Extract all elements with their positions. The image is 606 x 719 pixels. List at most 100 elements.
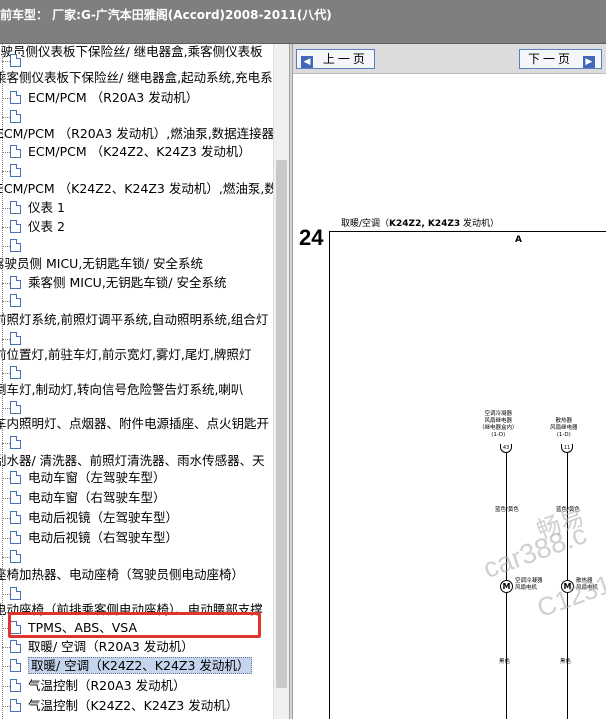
tree-item-label: 仪表 1 (28, 200, 65, 215)
tree-item-label: 取暖/ 空调（R20A3 发动机） (28, 639, 194, 654)
document-icon (10, 531, 21, 544)
diagram-title: 取暖/空调（K24Z2, K24Z3 发动机） (341, 216, 499, 229)
document-icon (10, 201, 21, 214)
document-icon (10, 436, 21, 449)
tree-item[interactable] (10, 292, 28, 310)
tree-item[interactable]: 气温控制（R20A3 发动机） (10, 677, 186, 695)
tree-item[interactable]: 车内照明灯、点烟器、附件电源插座、点火钥匙开 (0, 415, 269, 433)
tree-item-label: 倒车灯,制动灯,转向信号危险警告灯系统,喇叭 (0, 382, 244, 397)
tree-connector (2, 339, 10, 340)
prev-page-button[interactable]: ◀ 上一页 (296, 49, 375, 69)
tree-item[interactable]: 乘客侧 MICU,无钥匙车锁/ 安全系统 (10, 274, 226, 292)
document-icon (10, 640, 21, 653)
tree-connector (2, 538, 10, 539)
left-relay-label: 空调冷凝器 风扇继电器 （继电器盒内） (1-D) (479, 411, 518, 438)
document-icon (10, 91, 21, 104)
tree-connector (2, 98, 10, 99)
tree-item-label: 电动后视镜（右驾驶车型） (28, 530, 179, 545)
tree-item[interactable]: 前照灯系统,前照灯调平系统,自动照明系统,组合灯 (0, 311, 268, 329)
next-page-button[interactable]: 下一页 ▶ (519, 49, 602, 69)
tree-connector (2, 498, 10, 499)
tree-item[interactable]: 驾驶员侧仪表板下保险丝/ 继电器盒,乘客侧仪表板 (0, 44, 263, 61)
tree-item[interactable]: ECM/PCM （K24Z2、K24Z3 发动机）,燃油泵,数 (0, 180, 277, 198)
tree-connector (2, 373, 10, 374)
tree-connector (2, 408, 10, 409)
tree-item[interactable]: 刮水器/ 清洗器、前照灯清洗器、雨水传感器、天 (0, 452, 265, 470)
tree-item[interactable] (10, 237, 28, 255)
document-icon (10, 239, 21, 252)
tree-connector (2, 666, 10, 667)
tree-item[interactable] (10, 434, 28, 452)
chapter-tree[interactable]: 驾驶员侧仪表板下保险丝/ 继电器盒,乘客侧仪表板 乘客侧仪表板下保险丝/ 继电器盒… (0, 44, 289, 719)
tree-guide-line (2, 44, 3, 719)
tree-item[interactable]: 仪表 2 (10, 218, 65, 236)
tree-item-label: 电动车窗（右驾驶车型） (28, 490, 166, 505)
column-label: A (515, 235, 522, 245)
page-number: 24 (299, 225, 324, 250)
tree-item[interactable]: 电动车窗（右驾驶车型） (10, 489, 166, 507)
tree-item-label: TPMS、ABS、VSA (28, 620, 138, 635)
tree-item-label: 座椅加热器、电动座椅（驾驶员侧电动座椅） (0, 567, 245, 582)
tree-connector (2, 628, 10, 629)
document-icon (10, 699, 21, 712)
tree-connector (2, 61, 10, 62)
tree-item-label: 刮水器/ 清洗器、前照灯清洗器、雨水传感器、天 (0, 453, 265, 468)
document-icon (10, 164, 21, 177)
tree-item-label: 车内照明灯、点烟器、附件电源插座、点火钥匙开 (0, 416, 270, 431)
wiring-diagram: 24 取暖/空调（K24Z2, K24Z3 发动机） A 空调冷凝器 风扇继电器… (293, 75, 606, 719)
tree-item-label: 驾驶员侧仪表板下保险丝/ 继电器盒,乘客侧仪表板 (0, 44, 263, 59)
tree-item-label: 气温控制（K24Z2、K24Z3 发动机） (28, 698, 239, 713)
tree-item[interactable]: ECM/PCM （K24Z2、K24Z3 发动机） (10, 143, 251, 161)
tree-item-label: ECM/PCM （K24Z2、K24Z3 发动机） (28, 144, 251, 159)
tree-item[interactable]: 乘客侧仪表板下保险丝/ 继电器盒,起动系统,充电系 (0, 69, 273, 87)
tree-item-label: ECM/PCM （R20A3 发动机） (28, 90, 199, 105)
document-icon (10, 471, 21, 484)
tree-item[interactable]: 座椅加热器、电动座椅（驾驶员侧电动座椅） (0, 566, 244, 584)
document-icon (10, 679, 21, 692)
tree-item[interactable]: 倒车灯,制动灯,转向信号危险警告灯系统,喇叭 (0, 381, 243, 399)
document-icon (10, 621, 21, 634)
tree-scroll-thumb[interactable] (276, 160, 287, 688)
tree-connector (2, 594, 10, 595)
tree-item[interactable]: ECM/PCM （R20A3 发动机） (10, 89, 198, 107)
tree-connector (2, 478, 10, 479)
document-viewer: ◀ 上一页 下一页 ▶ 24 取暖/空调（K24Z2, K24Z3 发动机） A… (293, 44, 606, 719)
tree-item[interactable] (10, 162, 28, 180)
tree-item[interactable] (10, 364, 28, 382)
document-icon (10, 110, 21, 123)
tree-item-label: 取暖/ 空调（K24Z2、K24Z3 发动机） (28, 657, 253, 674)
tree-item-label: 电动车窗（左驾驶车型） (28, 470, 166, 485)
document-icon (10, 276, 21, 289)
right-ground-color: 黑色 (560, 659, 572, 665)
tree-item[interactable]: 驾驶员侧 MICU,无钥匙车锁/ 安全系统 (0, 255, 203, 273)
tree-item[interactable]: 电动车窗（左驾驶车型） (10, 469, 166, 487)
tree-item[interactable]: ECM/PCM （R20A3 发动机）,燃油泵,数据连接器 (0, 125, 274, 143)
tree-item[interactable] (10, 108, 28, 126)
tree-item[interactable] (10, 52, 28, 70)
tree-item-label: 前照灯系统,前照灯调平系统,自动照明系统,组合灯 (0, 312, 269, 327)
tree-item[interactable]: 取暖/ 空调（R20A3 发动机） (10, 638, 194, 656)
tree-item[interactable]: 气温控制（K24Z2、K24Z3 发动机） (10, 697, 238, 715)
document-icon (10, 491, 21, 504)
tree-item[interactable]: 取暖/ 空调（K24Z2、K24Z3 发动机） (10, 657, 253, 675)
tree-item[interactable] (10, 548, 28, 566)
document-icon (10, 366, 21, 379)
tree-item[interactable]: 电动座椅（前排乘客侧电动座椅）、电动腰部支撑 (0, 601, 263, 619)
right-relay-label: 散热器 风扇继电器 (1-D) (550, 418, 578, 438)
tree-item[interactable]: 前位置灯,前驻车灯,前示宽灯,雾灯,尾灯,牌照灯 (0, 346, 251, 364)
tree-item[interactable]: TPMS、ABS、VSA (10, 619, 137, 637)
tree-connector (2, 227, 10, 228)
tree-item-label: ECM/PCM （R20A3 发动机）,燃油泵,数据连接器 (0, 126, 275, 141)
left-fan-motor: M (500, 580, 513, 593)
tree-item[interactable]: 电动后视镜（左驾驶车型） (10, 509, 178, 527)
tree-connector (2, 686, 10, 687)
tree-item[interactable]: 仪表 1 (10, 199, 65, 217)
diagram-title-suffix: 发动机） (460, 219, 500, 229)
tree-item-label: 电动座椅（前排乘客侧电动座椅）、电动腰部支撑 (0, 602, 263, 617)
tree-item[interactable]: 电动后视镜（右驾驶车型） (10, 529, 178, 547)
next-page-label: 下一页 (528, 52, 574, 66)
tree-connector (2, 443, 10, 444)
tree-connector (2, 706, 10, 707)
tree-item-label: 前位置灯,前驻车灯,前示宽灯,雾灯,尾灯,牌照灯 (0, 347, 252, 362)
tree-item-label: 电动后视镜（左驾驶车型） (28, 510, 179, 525)
